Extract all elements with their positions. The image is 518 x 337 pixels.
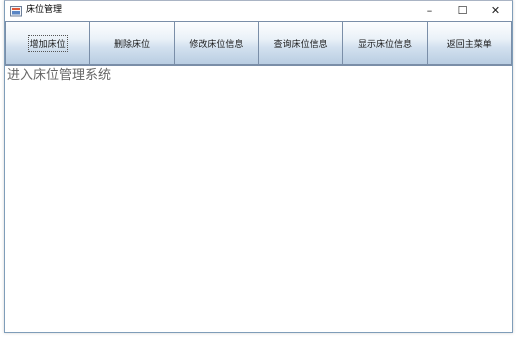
delete-bed-label: 删除床位 [113,39,150,50]
show-bed-info-label: 显示床位信息 [357,39,412,50]
minimize-button[interactable]: – [413,1,446,20]
delete-bed-button[interactable]: 删除床位 [89,21,174,65]
add-bed-button[interactable]: 增加床位 [5,21,90,65]
window-controls: – ☐ ✕ [413,1,512,20]
edit-bed-info-label: 修改床位信息 [189,39,244,50]
back-to-main-menu-button[interactable]: 返回主菜单 [426,21,512,65]
content-panel: 进入床位管理系统 [5,66,512,332]
maximize-icon: ☐ [457,4,468,17]
maximize-button[interactable]: ☐ [446,1,479,20]
java-app-icon [10,5,22,17]
title-bar[interactable]: 床位管理 – ☐ ✕ [5,1,512,20]
show-bed-info-button[interactable]: 显示床位信息 [342,21,427,65]
edit-bed-info-button[interactable]: 修改床位信息 [173,21,258,65]
status-message: 进入床位管理系统 [7,68,112,83]
close-button[interactable]: ✕ [479,1,512,20]
minimize-icon: – [426,4,433,17]
window-title: 床位管理 [26,5,63,15]
close-icon: ✕ [490,4,501,17]
toolbar: 增加床位 删除床位 修改床位信息 查询床位信息 显示床位信息 返回主菜单 [5,21,512,66]
add-bed-label: 增加床位 [27,34,68,52]
app-window: 床位管理 – ☐ ✕ 增加床位 删除床位 修改床位信息 查询床位信息 显示床位信… [4,0,513,333]
query-bed-info-button[interactable]: 查询床位信息 [257,21,343,65]
back-to-main-menu-label: 返回主菜单 [446,39,492,50]
query-bed-info-label: 查询床位信息 [273,39,328,50]
